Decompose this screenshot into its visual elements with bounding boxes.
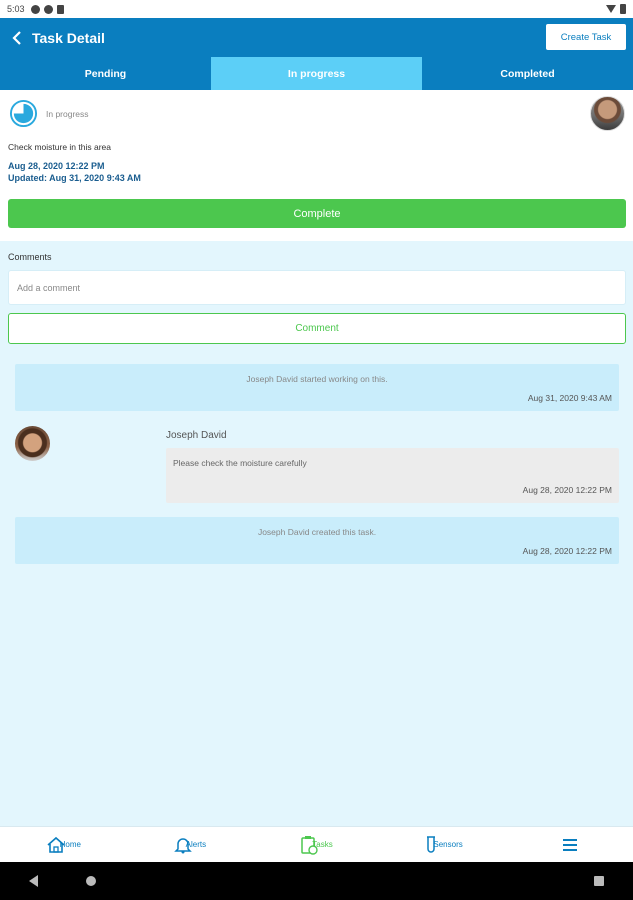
activity-item: Joseph David created this task. Aug 28, …: [15, 517, 619, 564]
nav-home-label: Home: [59, 840, 81, 849]
nav-home[interactable]: Home: [0, 827, 127, 862]
task-updated-date: Updated: Aug 31, 2020 9:43 AM: [8, 173, 141, 183]
task-status: In progress: [46, 109, 89, 119]
app-header: Task Detail Create Task: [0, 18, 633, 57]
nav-tasks-label: Tasks: [312, 840, 333, 849]
bottom-navigation: Home Alerts Tasks Sensors: [0, 826, 633, 862]
system-home-icon[interactable]: [86, 876, 96, 886]
chevron-left-icon: [12, 30, 21, 45]
task-description: Check moisture in this area: [8, 142, 111, 152]
status-notification-icons: [30, 4, 64, 14]
battery-icon: [620, 4, 626, 14]
notification-icon: [30, 4, 40, 14]
activity-item: Joseph David started working on this. Au…: [15, 364, 619, 411]
tab-completed[interactable]: Completed: [422, 57, 633, 90]
activity-text: Joseph David created this task.: [257, 527, 377, 537]
sd-card-icon: [56, 4, 64, 14]
page-title: Task Detail: [32, 29, 105, 46]
avatar[interactable]: [590, 96, 625, 131]
task-card: In progress Check moisture in this area …: [0, 90, 633, 241]
comment-author: Joseph David: [166, 430, 227, 441]
wifi-icon: [606, 5, 616, 13]
comments-heading: Comments: [8, 252, 52, 262]
tab-in-progress[interactable]: In progress: [211, 57, 422, 90]
comment-date: Aug 28, 2020 12:22 PM: [522, 485, 612, 495]
tab-pending[interactable]: Pending: [0, 57, 211, 90]
activity-text: Joseph David started working on this.: [246, 374, 388, 384]
comment-bubble: Please check the moisture carefully Aug …: [166, 448, 619, 503]
activity-date: Aug 28, 2020 12:22 PM: [522, 546, 612, 556]
comment-button[interactable]: Comment: [8, 313, 626, 344]
nav-sensors-label: Sensors: [433, 840, 463, 849]
comment-text: Please check the moisture carefully: [173, 458, 307, 468]
notification-icon: [43, 4, 53, 14]
nav-alerts[interactable]: Alerts: [127, 827, 254, 862]
nav-menu[interactable]: [506, 827, 633, 862]
avatar: [15, 426, 50, 461]
system-navigation-bar: [0, 862, 633, 900]
system-back-icon[interactable]: [29, 875, 38, 887]
activity-date: Aug 31, 2020 9:43 AM: [527, 393, 612, 403]
nav-sensors[interactable]: Sensors: [380, 827, 507, 862]
status-tabs: Pending In progress Completed: [0, 57, 633, 90]
task-created-date: Aug 28, 2020 12:22 PM: [8, 161, 105, 171]
back-button[interactable]: [2, 18, 32, 57]
status-bar: 5:03: [0, 0, 633, 18]
comment-input[interactable]: [8, 270, 626, 305]
create-task-button[interactable]: Create Task: [546, 24, 626, 50]
system-recents-icon[interactable]: [594, 876, 604, 886]
progress-icon: [9, 99, 38, 128]
nav-tasks[interactable]: Tasks: [253, 827, 380, 862]
complete-button[interactable]: Complete: [8, 199, 626, 228]
status-system-icons: [606, 4, 626, 14]
menu-icon: [562, 838, 577, 851]
nav-alerts-label: Alerts: [185, 840, 207, 849]
status-time: 5:03: [7, 4, 25, 14]
